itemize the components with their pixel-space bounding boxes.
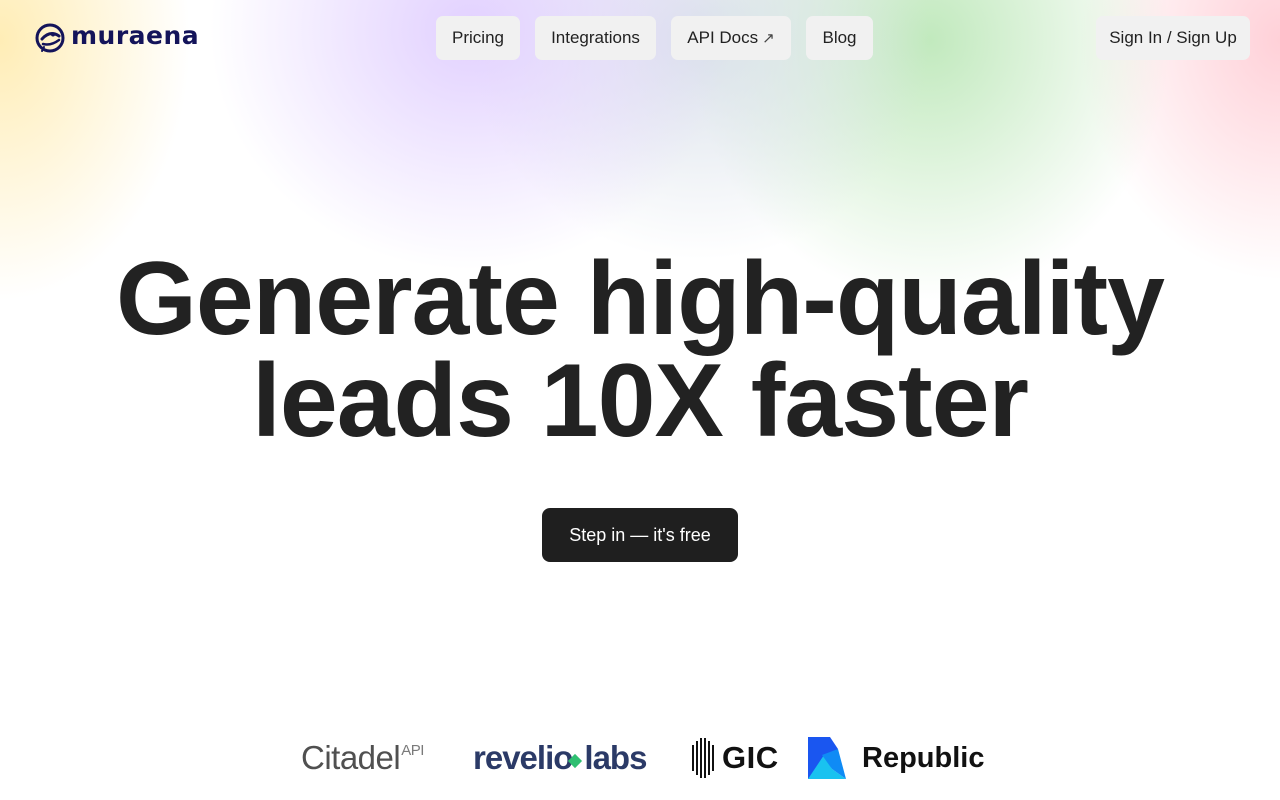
hero-headline-line-2: leads 10X faster xyxy=(251,343,1029,459)
hero-headline: Generate high-quality leads 10X faster xyxy=(0,241,1280,459)
citadel-wordmark: Citadel xyxy=(301,739,401,776)
revelio-wordmark: revelio xyxy=(473,739,573,776)
republic-wordmark: Republic xyxy=(862,741,985,774)
site-header: muraena Pricing Integrations API Docs ↗ B… xyxy=(0,0,1280,76)
partner-logos: Citadel API revelio labs GIC Republic xyxy=(0,730,1280,786)
nav-api-docs-button[interactable]: API Docs ↗ xyxy=(671,16,791,60)
gic-logo: GIC xyxy=(690,730,779,786)
external-arrow-icon: ↗ xyxy=(762,30,775,47)
hero-headline-line-1: Generate high-quality xyxy=(115,241,1165,357)
nav-api-docs-label: API Docs xyxy=(687,28,759,47)
nav-integrations-button[interactable]: Integrations xyxy=(535,16,656,60)
gic-bars-icon xyxy=(692,738,714,778)
nav-blog-button[interactable]: Blog xyxy=(806,16,873,60)
revelio-labs-logo: revelio labs xyxy=(473,730,647,786)
muraena-logo[interactable]: muraena xyxy=(34,21,200,54)
brand-name: muraena xyxy=(71,21,200,50)
citadel-api-logo: Citadel API xyxy=(301,730,424,786)
republic-logo: Republic xyxy=(808,730,984,786)
sign-in-button[interactable]: Sign In / Sign Up xyxy=(1096,16,1250,60)
step-in-cta-button[interactable]: Step in — it's free xyxy=(542,508,738,562)
gic-wordmark: GIC xyxy=(722,740,779,775)
citadel-api-superscript: API xyxy=(401,741,424,759)
republic-r-icon xyxy=(808,737,846,779)
nav-pricing-button[interactable]: Pricing xyxy=(436,16,520,60)
muraena-eel-icon xyxy=(35,23,65,53)
labs-wordmark: labs xyxy=(584,739,647,776)
